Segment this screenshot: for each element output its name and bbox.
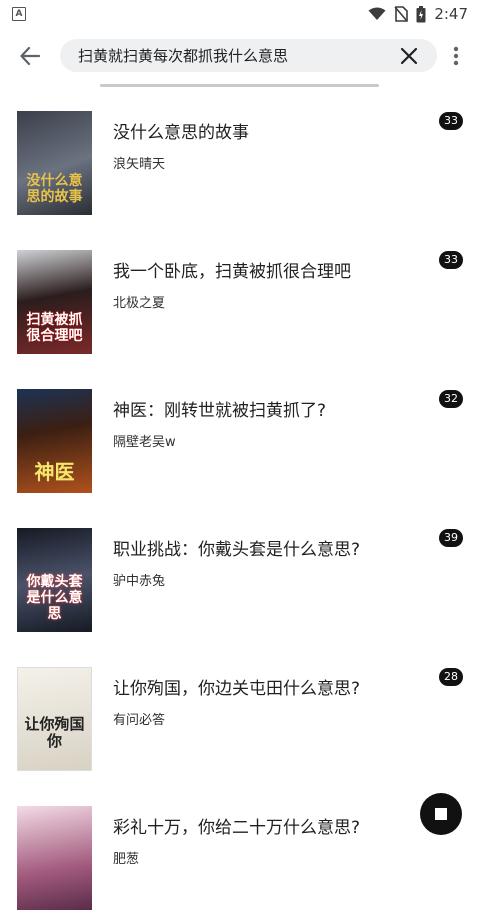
scroll-indicator: [100, 84, 379, 87]
clear-search-button[interactable]: [399, 46, 419, 66]
a-notification-icon: A: [12, 7, 26, 21]
status-time: 2:47: [434, 5, 468, 23]
cover-title: 你戴头套是什么意思: [26, 574, 83, 622]
book-title: 神医：刚转世就被扫黄抓了?: [113, 401, 327, 421]
book-author: 浪矢晴天: [113, 157, 166, 172]
cover-title: 让你殉国你: [24, 715, 85, 750]
stop-icon: [435, 808, 447, 820]
no-sim-icon: [394, 6, 409, 22]
status-bar: A 2:47: [0, 0, 480, 28]
close-icon: [400, 47, 418, 65]
chapter-count-badge: 32: [439, 390, 463, 408]
chapter-count-badge: 33: [439, 251, 463, 269]
book-title: 职业挑战：你戴头套是什么意思?: [113, 540, 361, 560]
wifi-icon: [368, 7, 386, 20]
book-cover: 让你殉国你: [17, 667, 92, 771]
chapter-count-badge: 39: [439, 529, 463, 547]
more-vert-icon: [453, 46, 459, 66]
book-author: 隔壁老吴w: [113, 435, 176, 450]
more-options-button[interactable]: [446, 42, 466, 70]
book-cover: 神医: [17, 389, 92, 493]
chapter-count-badge: 28: [439, 668, 463, 686]
book-item[interactable]: 扫黄被抓很合理吧 我一个卧底，扫黄被抓很合理吧 北极之夏 33: [0, 235, 480, 355]
search-input[interactable]: [78, 39, 388, 72]
book-author: 有问必答: [113, 713, 166, 728]
chapter-count-badge: 33: [439, 112, 463, 130]
book-title: 彩礼十万，你给二十万什么意思?: [113, 818, 361, 838]
book-title: 我一个卧底，扫黄被抓很合理吧: [113, 262, 351, 282]
book-item[interactable]: 彩礼十万，你给二十万什么意思? 肥葱: [0, 791, 480, 911]
book-cover: [17, 806, 92, 910]
search-box[interactable]: [60, 39, 437, 72]
status-left: A: [12, 7, 26, 21]
cover-title: 扫黄被抓很合理吧: [26, 312, 83, 344]
arrow-left-icon: [20, 47, 40, 65]
battery-icon: [416, 5, 426, 22]
search-toolbar: [0, 36, 480, 76]
book-title: 没什么意思的故事: [113, 123, 249, 143]
back-button[interactable]: [14, 40, 46, 72]
book-author: 驴中赤兔: [113, 574, 166, 589]
book-item[interactable]: 你戴头套是什么意思 职业挑战：你戴头套是什么意思? 驴中赤兔 39: [0, 513, 480, 633]
book-cover: 扫黄被抓很合理吧: [17, 250, 92, 354]
cover-title: 神医: [34, 460, 75, 484]
book-cover: 你戴头套是什么意思: [17, 528, 92, 632]
book-item[interactable]: 让你殉国你 让你殉国，你边关屯田什么意思? 有问必答 28: [0, 652, 480, 772]
book-title: 让你殉国，你边关屯田什么意思?: [113, 679, 361, 699]
book-item[interactable]: 没什么意思的故事 没什么意思的故事 浪矢晴天 33: [0, 96, 480, 216]
cover-title: 没什么意思的故事: [26, 173, 83, 205]
book-author: 北极之夏: [113, 296, 166, 311]
book-cover: 没什么意思的故事: [17, 111, 92, 215]
status-right: 2:47: [368, 5, 468, 23]
stop-button[interactable]: [420, 793, 462, 835]
book-item[interactable]: 神医 神医：刚转世就被扫黄抓了? 隔壁老吴w 32: [0, 374, 480, 494]
book-author: 肥葱: [113, 852, 140, 867]
